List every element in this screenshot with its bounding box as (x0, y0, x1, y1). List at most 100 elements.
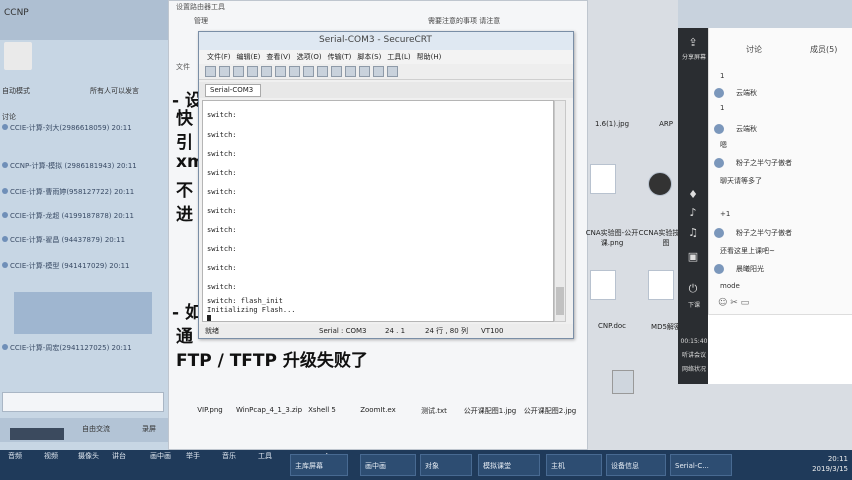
desktop-file-label[interactable]: Xshell 5 (292, 406, 352, 414)
copy-icon[interactable] (275, 66, 286, 77)
session-tab[interactable]: Serial-COM3 (205, 84, 261, 97)
chat-line: 还看这里上课吧~ (720, 247, 775, 255)
background-window-title: 设置路由器工具 (176, 3, 225, 11)
menu-file[interactable]: 文件(F) (207, 50, 231, 64)
share-screen-icon[interactable]: ⇪ (685, 36, 701, 50)
print-icon[interactable] (317, 66, 328, 77)
user-avatar (714, 158, 724, 168)
chat-message-text: CCIE-计算-模型 (941417029) 20:11 (10, 262, 130, 270)
chat-username: 云端秋 (736, 89, 757, 97)
right-chat-input[interactable] (708, 314, 852, 384)
discussion-section-label: 讨论 (2, 113, 16, 121)
terminal-line: switch: (207, 111, 237, 119)
doc-line-3: 引 (176, 133, 193, 153)
keymap-icon[interactable] (373, 66, 384, 77)
left-panel-header (0, 0, 168, 40)
taskbar-app[interactable]: 对象 (420, 454, 472, 476)
end-class-label[interactable]: 下课 (680, 300, 708, 309)
doc-line-2: 快 (176, 109, 193, 129)
image-file-icon[interactable] (590, 164, 616, 194)
desktop-file-label[interactable]: CNA实验图-公开课.png (582, 228, 642, 248)
status-ready: 就绪 (205, 327, 219, 335)
paste-icon[interactable] (289, 66, 300, 77)
status-cursor-pos: 24 . 1 (385, 327, 406, 335)
chat-message: CCIE-计算-刘大(2986618059) 20:11 (2, 124, 166, 150)
menu-script[interactable]: 脚本(S) (357, 50, 381, 64)
connect-icon[interactable] (205, 66, 216, 77)
desktop-file-label[interactable]: CNP.doc (582, 322, 642, 330)
chat-message: CCIE-计算-翟昌 (94437879) 20:11 (2, 236, 166, 262)
taskbar-app[interactable]: 主机 (546, 454, 602, 476)
connect-tab-icon[interactable] (233, 66, 244, 77)
camera-icon[interactable]: ▣ (685, 250, 701, 264)
desktop-file-label[interactable]: 1.6(1).jpg (582, 120, 642, 128)
desktop-file-label[interactable]: ZoomIt.ex (348, 406, 408, 414)
desktop-file-label[interactable]: 公开课配图1.jpg (460, 406, 520, 416)
taskbar-app[interactable]: 模拟课堂 (478, 454, 540, 476)
free-chat-toggle[interactable]: 自由交流 (82, 424, 110, 434)
speaker-icon[interactable]: ♪ (685, 206, 701, 220)
app-file-icon[interactable] (648, 172, 672, 196)
chat-line: 1 (720, 104, 725, 112)
archive-file-icon[interactable] (648, 270, 674, 300)
user-avatar-icon (2, 162, 8, 168)
tool-audio[interactable]: 音频 (8, 451, 22, 461)
sftp-icon[interactable] (359, 66, 370, 77)
tool-camera[interactable]: 摄像头 (78, 451, 99, 461)
microphone-icon[interactable]: ♦ (685, 188, 701, 202)
securecrt-menubar: 文件(F) 编辑(E) 查看(V) 选项(O) 传输(T) 脚本(S) 工具(L… (199, 50, 573, 64)
taskbar-app[interactable]: 画中画 (360, 454, 416, 476)
tab-discuss[interactable]: 讨论 (746, 44, 762, 55)
scrollbar-thumb[interactable] (556, 287, 564, 315)
message-input[interactable] (2, 392, 164, 412)
desktop-file-label[interactable]: 测试.txt (404, 406, 464, 416)
menu-options[interactable]: 选项(O) (297, 50, 322, 64)
file-tab[interactable]: 文件 (176, 62, 190, 72)
desktop-file-label[interactable]: VIP.png (180, 406, 240, 414)
global-options-icon[interactable] (345, 66, 356, 77)
doc-line-lower: 通 (176, 327, 193, 347)
tool-video[interactable]: 视频 (44, 451, 58, 461)
end-class-icon[interactable]: ⏻ (685, 282, 701, 296)
menu-tools[interactable]: 工具(L) (387, 50, 410, 64)
manage-tab[interactable]: 管理 (194, 16, 208, 26)
find-icon[interactable] (303, 66, 314, 77)
tab-members[interactable]: 成员(5) (810, 44, 837, 55)
chat-message: CCNP-计算-模拟 (2986181943) 20:11 (2, 162, 166, 188)
desktop-file-label[interactable]: WinPcap_4_1_3.zip (236, 406, 302, 414)
menu-transfer[interactable]: 传输(T) (328, 50, 352, 64)
desktop-file-label[interactable]: 公开课配图2.jpg (520, 406, 580, 416)
chat-message: CCIE-计算-曹雨婷(958127722) 20:11 (2, 188, 166, 214)
tool-pip[interactable]: 画中画 (150, 451, 171, 461)
user-avatar-icon (2, 262, 8, 268)
record-toggle[interactable]: 录屏 (142, 424, 156, 434)
menu-view[interactable]: 查看(V) (266, 50, 290, 64)
tool-music[interactable]: 音乐 (222, 451, 236, 461)
taskbar-app[interactable]: 主库屏幕 (290, 454, 348, 476)
settings-icon[interactable] (331, 66, 342, 77)
terminal-area[interactable]: switch: switch: switch: switch: switch: … (202, 100, 554, 322)
menu-help[interactable]: 帮助(H) (417, 50, 442, 64)
user-avatar-icon (2, 344, 8, 350)
terminal-line: switch: (207, 188, 237, 196)
taskbar-app-securecrt[interactable]: Serial-C... (670, 454, 732, 476)
quick-connect-icon[interactable] (219, 66, 230, 77)
disconnect-icon[interactable] (261, 66, 272, 77)
taskbar-app[interactable]: 设备信息 (606, 454, 666, 476)
help-icon[interactable] (387, 66, 398, 77)
tool-podium[interactable]: 讲台 (112, 451, 126, 461)
status-size: 24 行 , 80 列 (425, 327, 468, 335)
user-avatar (714, 264, 724, 274)
chat-tool-icons[interactable]: ☺ ✂ ▭ (718, 298, 749, 308)
chat-message-text: CCIE-计算-龙超 (4199187878) 20:11 (10, 212, 134, 220)
reconnect-icon[interactable] (247, 66, 258, 77)
taskbar-clock[interactable]: 20:11 2019/3/15 (800, 454, 848, 474)
music-icon[interactable]: ♫ (685, 226, 701, 240)
document-file-icon[interactable] (590, 270, 616, 300)
record-indicator[interactable] (10, 428, 64, 440)
menu-edit[interactable]: 编辑(E) (237, 50, 261, 64)
chat-message-text: CCIE-计算-翟昌 (94437879) 20:11 (10, 236, 126, 244)
tool-more[interactable]: 工具 (258, 451, 272, 461)
tool-raise-hand[interactable]: 举手 (186, 451, 200, 461)
right-panel-header (678, 0, 852, 28)
